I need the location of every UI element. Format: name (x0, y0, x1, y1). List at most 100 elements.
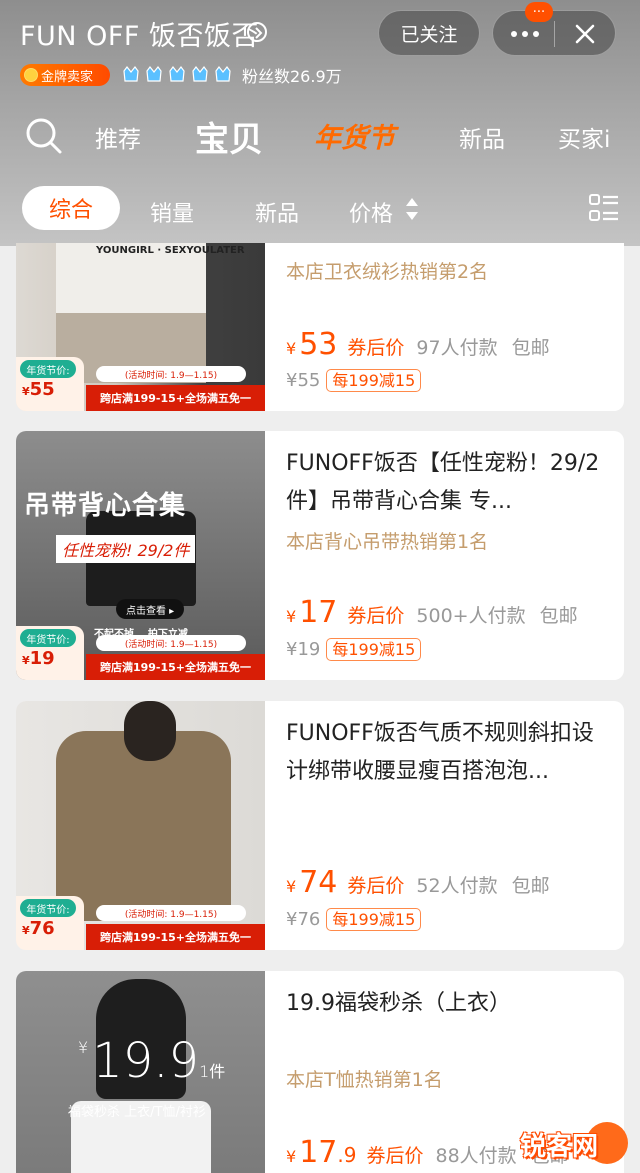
filter-price[interactable]: 价格 (349, 196, 393, 228)
price-tag: 券后价 (366, 1145, 424, 1167)
sort-arrows-icon[interactable] (405, 195, 419, 227)
product-title[interactable]: FUNOFF饭否【任性宠粉！29/2件】吊带背心合集 专... (286, 445, 608, 521)
tab-buyer-show[interactable]: 买家i (558, 120, 610, 154)
coupon-badge[interactable]: 每199减15 (326, 908, 422, 931)
filter-new[interactable]: 新品 (255, 196, 299, 228)
festival-price-banner: (活动时间: 1.9—1.15) 跨店满199-15+全场满五免一 年货节价: … (16, 357, 265, 411)
image-promo-sub: 福袋秒杀 上衣/T恤/衬衫 (68, 1105, 206, 1120)
festival-price-badge: 年货节价: ¥19 (16, 626, 84, 680)
coupon-price: 74 (299, 865, 338, 900)
shop-nav-tabs: 推荐 宝贝 年货节 新品 买家i (0, 104, 640, 168)
festival-price-label: 年货节价: (20, 629, 76, 647)
free-shipping: 包邮 (511, 337, 550, 359)
coupon-price: 17 (299, 1135, 338, 1170)
original-price-row: ¥19 每199减15 (286, 638, 422, 661)
more-icon[interactable] (509, 22, 541, 46)
list-view-toggle-icon[interactable] (588, 192, 620, 228)
coupon-price: 17 (299, 595, 338, 630)
price-tag: 券后价 (347, 337, 405, 359)
product-card[interactable]: (活动时间: 1.9—1.15) 跨店满199-15+全场满五免一 年货节价: … (16, 701, 624, 950)
festival-price: ¥19 (22, 648, 55, 669)
crown-icon (121, 63, 141, 85)
filter-comprehensive[interactable]: 综合 (22, 186, 120, 230)
sold-count: 500+人付款 (416, 605, 526, 627)
filter-sales[interactable]: 销量 (150, 196, 194, 228)
crown-icon (190, 63, 210, 85)
shop-name[interactable]: FUN OFF 饭否饭否 (20, 14, 259, 53)
coupon-price: 53 (299, 327, 338, 362)
tab-products[interactable]: 宝贝 (195, 112, 263, 161)
promo-time: (活动时间: 1.9—1.15) (96, 635, 246, 651)
product-photo-hair (124, 701, 176, 761)
capsule-divider (554, 21, 555, 47)
coupon-badge[interactable]: 每199减15 (326, 369, 422, 392)
festival-price-banner: (活动时间: 1.9—1.15) 跨店满199-15+全场满五免一 年货节价: … (16, 626, 265, 680)
product-info: FUNOFF饭否气质不规则斜扣设计绑带收腰显瘦百搭泡泡... (286, 715, 608, 791)
product-info-rank: 本店T恤热销第1名 (286, 1065, 608, 1092)
crown-icon (144, 63, 164, 85)
sold-count: 52人付款 (416, 875, 498, 897)
product-title[interactable]: FUNOFF饭否气质不规则斜扣设计绑带收腰显瘦百搭泡泡... (286, 715, 608, 791)
shirt-print-text: YOUNGIRL · SEXYOULATER (96, 245, 245, 256)
product-card[interactable]: 吊带背心合集 任性宠粉! 29/2件 点击查看 ▸ 不起不掉 拍下立减 (活动时… (16, 431, 624, 680)
tab-recommend[interactable]: 推荐 (95, 120, 141, 154)
festival-price: ¥76 (22, 918, 55, 939)
product-image[interactable]: 吊带背心合集 任性宠粉! 29/2件 点击查看 ▸ 不起不掉 拍下立减 (活动时… (16, 431, 265, 680)
product-info: FUNOFF饭否【任性宠粉！29/2件】吊带背心合集 专... 本店背心吊带热销… (286, 445, 608, 554)
festival-price-badge: 年货节价: ¥76 (16, 896, 84, 950)
price-row: ¥ 74 券后价 52人付款 包邮 (286, 865, 550, 900)
product-rank: 本店背心吊带热销第1名 (286, 531, 489, 553)
notification-badge: ··· (525, 2, 553, 22)
mini-program-capsule (492, 10, 616, 56)
promo-strip: 跨店满199-15+全场满五免一 (86, 654, 265, 680)
gold-seller-badge: 金牌卖家 (20, 64, 110, 86)
crown-icon (213, 63, 233, 85)
close-icon[interactable] (571, 20, 599, 48)
festival-price-label: 年货节价: (20, 899, 76, 917)
original-price-row: ¥76 每199减15 (286, 908, 422, 931)
promo-strip: 跨店满199-15+全场满五免一 (86, 385, 265, 411)
free-shipping: 包邮 (539, 605, 578, 627)
currency-symbol: ¥ (286, 607, 297, 626)
product-image[interactable]: ¥19.91件 福袋秒杀 上衣/T恤/衬衫 (16, 971, 265, 1173)
shop-header: FUN OFF 饭否饭否 已关注 ··· 金牌卖家 粉丝数26.9万 推荐 宝贝… (0, 0, 640, 246)
shop-info-arrow-icon[interactable] (247, 22, 267, 42)
free-shipping: 包邮 (511, 875, 550, 897)
image-subline: 任性宠粉! 29/2件 (56, 535, 196, 563)
promo-time: (活动时间: 1.9—1.15) (96, 905, 246, 921)
price-tag: 券后价 (347, 875, 405, 897)
site-watermark: 锐客网 (520, 1122, 628, 1168)
product-image[interactable]: (活动时间: 1.9—1.15) 跨店满199-15+全场满五免一 年货节价: … (16, 701, 265, 950)
product-info: 本店卫衣绒衫热销第2名 (286, 257, 608, 284)
original-price: ¥55 (286, 370, 321, 391)
product-title[interactable]: 19.9福袋秒杀（上衣） (286, 985, 608, 1023)
original-price-row: ¥55 每199减15 (286, 369, 422, 392)
price-row: ¥ 53 券后价 97人付款 包邮 (286, 327, 550, 362)
currency-symbol: ¥ (286, 1147, 297, 1166)
sort-filter-bar: 综合 销量 新品 价格 (0, 176, 640, 242)
tab-new-year-festival[interactable]: 年货节 (314, 116, 395, 155)
promo-time: (活动时间: 1.9—1.15) (96, 366, 246, 382)
currency-symbol: ¥ (286, 877, 297, 896)
sold-count: 88人付款 (435, 1145, 517, 1167)
search-icon[interactable] (24, 116, 64, 156)
fans-count: 粉丝数26.9万 (242, 67, 342, 86)
price-row: ¥ 17 券后价 500+人付款 包邮 (286, 595, 578, 630)
coupon-badge[interactable]: 每199减15 (326, 638, 422, 661)
image-view-button: 点击查看 ▸ (116, 599, 185, 619)
watermark-text: 锐客网 (520, 1132, 599, 1162)
festival-price-badge: 年货节价: ¥55 (16, 357, 84, 411)
crown-icon (167, 63, 187, 85)
follow-button[interactable]: 已关注 (378, 10, 480, 56)
product-image[interactable]: YOUNGIRL · SEXYOULATER (活动时间: 1.9—1.15) … (16, 243, 265, 411)
tab-new-arrivals[interactable]: 新品 (459, 120, 505, 154)
price-tag: 券后价 (347, 605, 405, 627)
gold-coin-icon (24, 68, 38, 82)
festival-price-banner: (活动时间: 1.9—1.15) 跨店满199-15+全场满五免一 年货节价: … (16, 896, 265, 950)
festival-price: ¥55 (22, 379, 55, 400)
image-headline: 吊带背心合集 (24, 491, 187, 521)
original-price: ¥76 (286, 909, 321, 930)
product-card[interactable]: YOUNGIRL · SEXYOULATER (活动时间: 1.9—1.15) … (16, 243, 624, 411)
original-price: ¥19 (286, 639, 321, 660)
festival-price-label: 年货节价: (20, 360, 76, 378)
